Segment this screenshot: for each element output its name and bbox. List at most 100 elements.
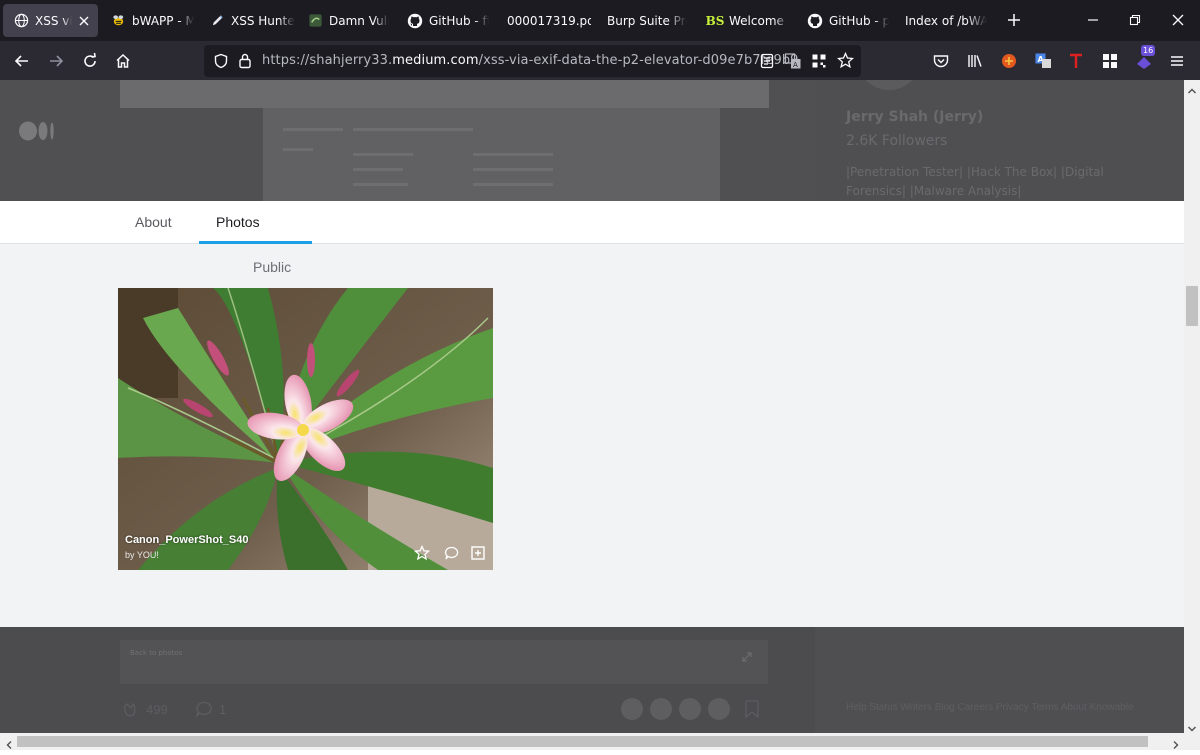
translate-icon[interactable]: A bbox=[784, 52, 802, 74]
photos-panel: Public Canon_PowerShot_S40 by YOU! bbox=[0, 244, 1184, 627]
twitter-share-icon[interactable] bbox=[621, 698, 643, 720]
tab-github-ffuf[interactable]: GitHub - ffuf bbox=[397, 4, 493, 37]
response-count: 1 bbox=[219, 702, 227, 717]
comment-icon[interactable] bbox=[444, 545, 460, 561]
url-host: medium.com bbox=[392, 53, 479, 68]
github-icon bbox=[407, 13, 423, 29]
restore-button[interactable] bbox=[1123, 8, 1147, 32]
image-row bbox=[353, 153, 413, 156]
pocket-icon[interactable] bbox=[928, 48, 954, 74]
image-row bbox=[353, 128, 473, 131]
scroll-right-arrow-icon[interactable] bbox=[1170, 736, 1182, 749]
tab-bwapp[interactable]: bWAPP - Missing bbox=[100, 4, 196, 37]
bs-icon: BS bbox=[705, 13, 725, 28]
new-tab-button[interactable] bbox=[1002, 8, 1026, 32]
minimize-button[interactable] bbox=[1081, 8, 1105, 32]
tab-pdf[interactable]: 000017319.pdf bbox=[497, 4, 593, 37]
photo-byline: by YOU! bbox=[125, 550, 159, 560]
article-screenshot-image bbox=[120, 80, 769, 108]
address-bar[interactable]: https://shahjerry33.medium.com/xss-via-e… bbox=[204, 45, 861, 77]
image-row bbox=[473, 168, 553, 171]
lock-icon[interactable] bbox=[237, 52, 253, 73]
back-to-photos-link: Back to photos bbox=[130, 649, 183, 657]
tab-burp-suite[interactable]: Burp Suite Professional bbox=[597, 4, 693, 37]
bookmark-star-icon[interactable] bbox=[836, 51, 855, 73]
reload-button[interactable] bbox=[77, 48, 103, 74]
tab-bar: XSS via EXIF bWAPP - Missing XSS Hunter … bbox=[0, 0, 1200, 41]
github-icon bbox=[807, 13, 823, 29]
page-content: Jerry Shah (Jerry) 2.6K Followers |Penet… bbox=[0, 80, 1184, 733]
tab-about[interactable]: About bbox=[135, 214, 172, 230]
tab-dvwa[interactable]: Damn Vulnerable bbox=[297, 4, 393, 37]
image-row bbox=[353, 168, 403, 171]
globe-icon bbox=[13, 13, 29, 29]
vertical-scroll-thumb[interactable] bbox=[1186, 286, 1198, 326]
clap-count: 499 bbox=[146, 702, 168, 717]
svg-text:A: A bbox=[793, 61, 798, 69]
image-row bbox=[353, 183, 408, 186]
extensions-grid-icon[interactable] bbox=[1097, 48, 1123, 74]
author-followers[interactable]: 2.6K Followers bbox=[846, 133, 947, 149]
pen-icon bbox=[209, 13, 225, 29]
tab-welcome[interactable]: BS Welcome to bbox=[697, 4, 793, 37]
tab-label: XSS Hunter bbox=[231, 13, 295, 28]
tab-label: Welcome to bbox=[729, 13, 789, 28]
tab-label: Damn Vulnerable bbox=[329, 13, 389, 28]
url-text[interactable]: https://shahjerry33.medium.com/xss-via-e… bbox=[262, 53, 799, 68]
wappalyzer-extension-icon[interactable]: 16 bbox=[1131, 45, 1157, 74]
url-prefix: https://shahjerry33. bbox=[262, 53, 393, 68]
scroll-up-arrow-icon[interactable] bbox=[1186, 82, 1198, 94]
photo-card[interactable]: Canon_PowerShot_S40 by YOU! bbox=[118, 288, 493, 570]
close-window-button[interactable] bbox=[1166, 8, 1190, 32]
navigation-toolbar: https://shahjerry33.medium.com/xss-via-e… bbox=[0, 41, 1200, 80]
embedded-image bbox=[120, 640, 768, 684]
clap-icon[interactable] bbox=[120, 699, 140, 723]
tab-xss-via-exif[interactable]: XSS via EXIF bbox=[3, 4, 98, 37]
tab-label: bWAPP - Missing bbox=[132, 13, 194, 28]
menu-icon[interactable] bbox=[1164, 48, 1190, 74]
tab-label: Index of /bWAPP bbox=[905, 13, 987, 28]
author-name[interactable]: Jerry Shah (Jerry) bbox=[846, 109, 983, 125]
tab-index-bwapp[interactable]: Index of /bWAPP bbox=[896, 4, 992, 37]
back-button[interactable] bbox=[9, 48, 35, 74]
tab-close-icon[interactable] bbox=[76, 13, 92, 29]
frangipani-photo bbox=[118, 288, 493, 570]
linkedin-share-icon[interactable] bbox=[679, 698, 701, 720]
bee-icon bbox=[110, 13, 126, 29]
tab-label: 000017319.pdf bbox=[507, 13, 591, 28]
tracking-shield-icon[interactable] bbox=[213, 53, 229, 73]
scroll-left-arrow-icon[interactable] bbox=[3, 736, 15, 749]
tab-label: GitHub - ffuf bbox=[429, 13, 489, 28]
tab-github-pa[interactable]: GitHub - pa bbox=[797, 4, 893, 37]
home-button[interactable] bbox=[110, 48, 136, 74]
tab-label: Burp Suite Professional bbox=[607, 13, 687, 28]
medium-logo[interactable] bbox=[18, 120, 58, 146]
dvwa-icon bbox=[307, 13, 323, 29]
horizontal-scroll-thumb[interactable] bbox=[17, 736, 1148, 747]
tab-label: XSS via EXIF bbox=[35, 13, 72, 28]
image-row bbox=[283, 128, 343, 131]
tab-photos[interactable]: Photos bbox=[216, 214, 260, 230]
reader-view-icon[interactable] bbox=[759, 53, 775, 73]
tab-xss-hunter[interactable]: XSS Hunter bbox=[199, 4, 295, 37]
qr-code-icon[interactable] bbox=[811, 53, 827, 73]
add-to-gallery-icon[interactable] bbox=[470, 545, 486, 561]
public-section-label: Public bbox=[253, 259, 292, 275]
article-screenshot-image-body bbox=[263, 108, 720, 203]
translate-extension-icon[interactable]: A bbox=[1030, 48, 1056, 74]
scroll-down-arrow-icon[interactable] bbox=[1186, 720, 1198, 732]
forward-button[interactable] bbox=[43, 48, 69, 74]
t-extension-icon[interactable] bbox=[1063, 48, 1089, 74]
vertical-scrollbar[interactable] bbox=[1184, 80, 1200, 733]
extension-badge: 16 bbox=[1141, 45, 1156, 56]
photo-caption: Canon_PowerShot_S40 bbox=[125, 534, 249, 546]
facebook-share-icon[interactable] bbox=[650, 698, 672, 720]
image-row bbox=[473, 153, 553, 156]
response-icon[interactable] bbox=[195, 700, 213, 722]
footer-links[interactable]: Help Status Writers Blog Careers Privacy… bbox=[846, 700, 1136, 715]
copy-link-icon[interactable] bbox=[708, 698, 730, 720]
library-icon[interactable] bbox=[962, 48, 988, 74]
hackbar-extension-icon[interactable] bbox=[996, 48, 1022, 74]
favorite-star-icon[interactable] bbox=[413, 544, 431, 561]
bookmark-icon[interactable] bbox=[744, 699, 760, 723]
